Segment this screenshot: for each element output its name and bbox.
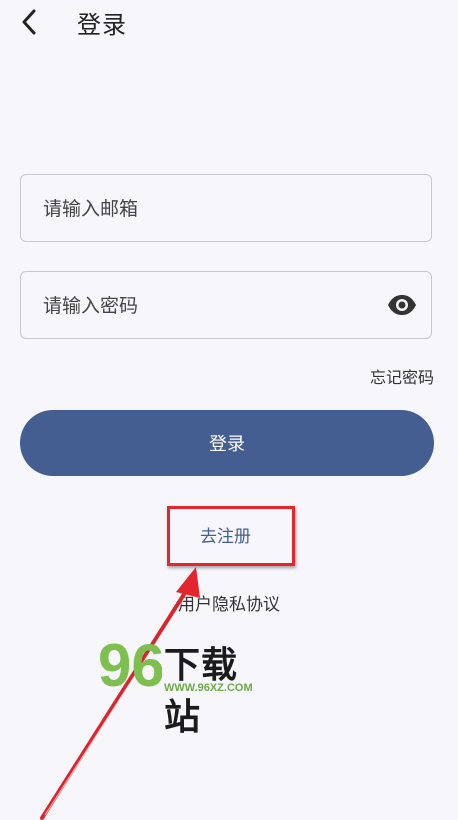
page-title: 登录 — [77, 11, 127, 39]
watermark-logo: 96 下载站 WWW.96XZ.COM — [98, 632, 268, 738]
password-field[interactable] — [20, 271, 432, 340]
email-field[interactable] — [20, 174, 432, 243]
login-button[interactable]: 登录 — [20, 410, 434, 476]
privacy-policy-link[interactable]: 用户隐私协议 — [178, 590, 280, 615]
chevron-left-icon — [22, 9, 36, 35]
annotation-highlight-box — [167, 506, 295, 566]
app-header: 登录 — [0, 0, 458, 44]
forgot-password-link[interactable]: 忘记密码 — [370, 364, 434, 388]
password-input[interactable] — [41, 272, 385, 340]
password-visibility-toggle[interactable] — [387, 294, 417, 316]
watermark-site: WWW.96XZ.COM — [164, 682, 253, 694]
eye-icon — [388, 295, 416, 315]
back-button[interactable] — [12, 4, 46, 40]
svg-text:96: 96 — [98, 634, 162, 696]
96-logo-mark: 96 — [98, 632, 165, 699]
email-input[interactable] — [41, 175, 385, 243]
